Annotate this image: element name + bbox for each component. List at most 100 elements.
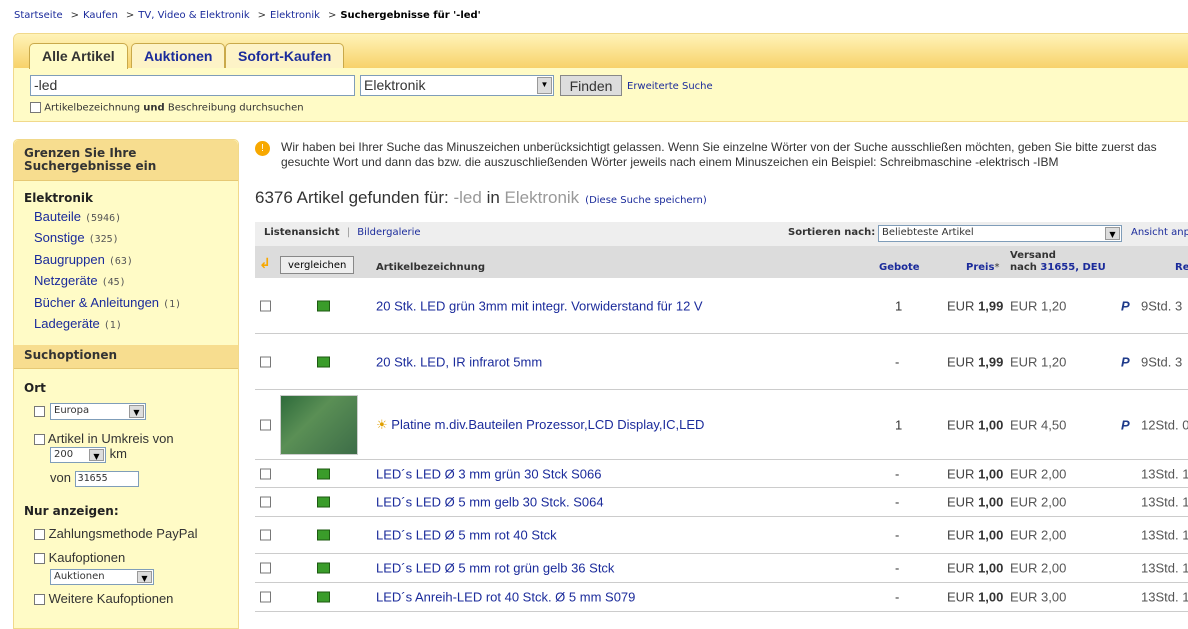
category-count: (45) (101, 277, 126, 289)
zip-input[interactable]: 31655 (74, 470, 139, 487)
item-title-link[interactable]: LED´s LED Ø 5 mm rot grün gelb 36 Stck (376, 561, 614, 576)
compare-checkbox[interactable] (260, 300, 271, 311)
category-heading: Elektronik (24, 191, 93, 205)
col-bids[interactable]: Gebote (879, 262, 920, 273)
item-thumbnail[interactable] (280, 394, 358, 455)
breadcrumb-elektronik[interactable]: Elektronik (270, 10, 320, 21)
item-shipping: EUR 2,00 (1010, 466, 1067, 481)
ship-location-link[interactable]: 31655, DEU (1040, 262, 1105, 273)
item-shipping: EUR 4,50 (1010, 417, 1067, 432)
item-time-left: 13Std. 1 (1141, 494, 1188, 510)
search-input[interactable]: -led (30, 75, 355, 96)
item-time-left: 13Std. 1 (1141, 527, 1188, 543)
search-panel: Alle Artikel Auktionen Sofort-Kaufen -le… (13, 33, 1188, 122)
breadcrumb-startseite[interactable]: Startseite (14, 10, 63, 21)
compare-checkbox[interactable] (260, 419, 271, 430)
item-title-link[interactable]: LED´s LED Ø 5 mm rot 40 Stck (376, 528, 557, 543)
compare-checkbox[interactable] (260, 496, 271, 508)
tab-sofort-kaufen[interactable]: Sofort-Kaufen (225, 43, 345, 68)
category-link[interactable]: Bauteile (34, 209, 81, 224)
category-count: (5946) (84, 213, 122, 224)
compare-checkbox[interactable] (260, 562, 271, 574)
in-label: in (481, 188, 505, 207)
breadcrumb-tv[interactable]: TV, Video & Elektronik (138, 10, 249, 21)
tab-auktionen[interactable]: Auktionen (131, 43, 226, 68)
category-item: Sonstige (325) (14, 230, 238, 251)
camera-icon (317, 562, 330, 574)
item-shipping: EUR 2,00 (1010, 560, 1067, 576)
item-title-link[interactable]: LED´s LED Ø 5 mm gelb 30 Stck. S064 (376, 495, 604, 510)
radius-label: Artikel in Umkreis von (47, 431, 174, 447)
tab-alle-artikel[interactable]: Alle Artikel (29, 43, 128, 69)
camera-icon (317, 356, 330, 367)
search-term: -led (453, 188, 482, 207)
item-bids: - (895, 560, 900, 576)
compare-checkbox[interactable] (260, 356, 271, 367)
result-row: LED´s LED Ø 5 mm rot grün gelb 36 Stck -… (255, 554, 1188, 583)
sort-value: Beliebteste Artikel (882, 227, 974, 238)
item-time-left: 9Std. 3 (1141, 354, 1183, 369)
paypal-label: Zahlungsmethode PayPal (48, 526, 198, 542)
chevron-down-icon: ▼ (1105, 227, 1120, 240)
col-time[interactable]: Restzeit (1175, 262, 1188, 273)
category-select[interactable]: Elektronik ▼ (360, 75, 554, 96)
breadcrumb-current: Suchergebnisse für '-led' (340, 10, 481, 21)
camera-icon (317, 300, 330, 311)
result-row: LED´s LED Ø 3 mm grün 30 Stck S066 - EUR… (255, 460, 1188, 488)
category-link[interactable]: Netzgeräte (34, 273, 98, 288)
item-bids: 1 (895, 417, 903, 432)
radius-checkbox[interactable] (34, 434, 45, 446)
compare-checkbox[interactable] (260, 529, 271, 541)
item-price: EUR 1,00 (947, 560, 1004, 576)
item-price: EUR 1,99 (947, 354, 1004, 369)
item-title-link[interactable]: LED´s LED Ø 3 mm grün 30 Stck S066 (376, 466, 601, 481)
camera-icon (317, 468, 330, 479)
description-checkbox[interactable] (30, 102, 41, 113)
item-time-left: 9Std. 3 (1141, 298, 1183, 313)
item-price: EUR 1,00 (947, 417, 1004, 432)
category-item: Ladegeräte (1) (14, 316, 238, 337)
paypal-checkbox[interactable] (34, 529, 45, 541)
refine-sidebar: Grenzen Sie Ihre Suchergebnisse ein Elek… (13, 139, 239, 629)
radius-select[interactable]: 200 ▼ (50, 446, 106, 463)
result-row: LED´s Anreih-LED rot 40 Stck. Ø 5 mm S07… (255, 583, 1188, 612)
find-button[interactable]: Finden (560, 75, 622, 96)
customize-view-link[interactable]: Ansicht anpassen (1131, 227, 1188, 238)
item-shipping: EUR 2,00 (1010, 527, 1067, 543)
item-title-link[interactable]: LED´s Anreih-LED rot 40 Stck. Ø 5 mm S07… (376, 590, 635, 605)
item-title-link[interactable]: Platine m.div.Bauteilen Prozessor,LCD Di… (391, 417, 704, 432)
weitere-checkbox[interactable] (34, 594, 45, 606)
result-row: 20 Stk. LED, IR infrarot 5mm - EUR 1,99 … (255, 334, 1188, 390)
item-shipping: EUR 3,00 (1010, 589, 1067, 605)
gallery-view-link[interactable]: Bildergalerie (357, 227, 420, 238)
advanced-search-link[interactable]: Erweiterte Suche (627, 81, 713, 92)
paypal-icon: P (1121, 298, 1130, 313)
breadcrumb-kaufen[interactable]: Kaufen (83, 10, 118, 21)
chevron-down-icon: ▼ (537, 77, 552, 94)
result-row: ☀ Platine m.div.Bauteilen Prozessor,LCD … (255, 390, 1188, 460)
result-row: LED´s LED Ø 5 mm gelb 30 Stck. S064 - EU… (255, 488, 1188, 517)
item-price: EUR 1,00 (947, 589, 1004, 605)
results-heading: 6376 Artikel gefunden für: -led in Elekt… (255, 188, 707, 208)
save-search-link[interactable]: (Diese Suche speichern) (585, 195, 707, 206)
item-title-link[interactable]: 20 Stk. LED, IR infrarot 5mm (376, 354, 542, 369)
item-bids: - (895, 466, 900, 481)
sort-select[interactable]: Beliebteste Artikel ▼ (878, 225, 1122, 242)
item-price: EUR 1,00 (947, 466, 1004, 481)
category-count: (63) (108, 255, 133, 267)
category-link[interactable]: Bücher & Anleitungen (34, 295, 159, 310)
region-select[interactable]: Europa ▼ (50, 403, 146, 421)
category-link[interactable]: Ladegeräte (34, 316, 100, 331)
category-item: Netzgeräte (45) (14, 273, 238, 294)
compare-checkbox[interactable] (260, 468, 271, 479)
item-title-link[interactable]: 20 Stk. LED grün 3mm mit integr. Vorwide… (376, 298, 703, 313)
kaufoptionen-select[interactable]: Auktionen ▼ (50, 569, 154, 586)
category-link[interactable]: Sonstige (34, 230, 85, 245)
compare-checkbox[interactable] (260, 591, 271, 603)
region-checkbox[interactable] (34, 406, 45, 418)
kaufoptionen-checkbox[interactable] (34, 553, 45, 565)
list-view-label: Listenansicht (264, 227, 340, 238)
compare-button[interactable]: vergleichen (280, 256, 355, 274)
category-link[interactable]: Baugruppen (34, 252, 105, 267)
col-price[interactable]: Preis (966, 262, 994, 273)
